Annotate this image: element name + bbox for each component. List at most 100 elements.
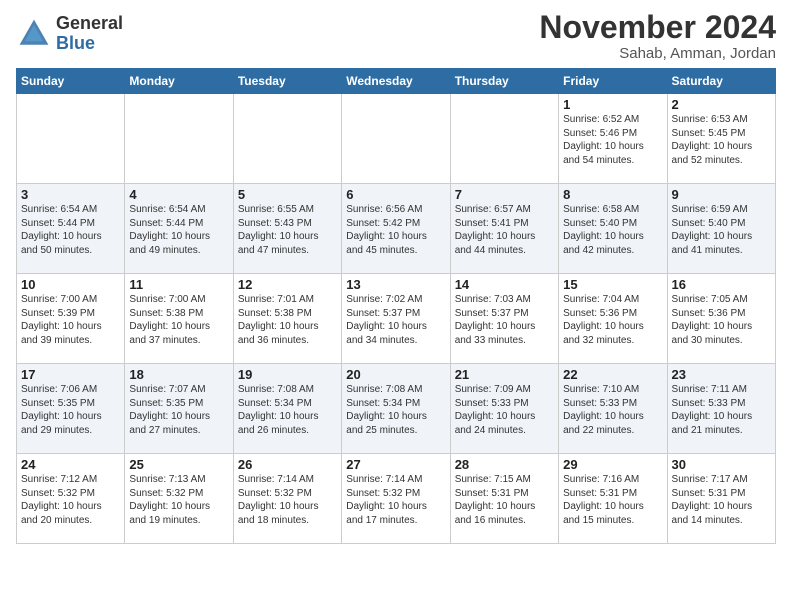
day-number: 25: [129, 457, 228, 472]
day-info: Sunrise: 7:05 AMSunset: 5:36 PMDaylight:…: [672, 293, 771, 347]
day-number: 24: [21, 457, 120, 472]
day-number: 16: [672, 277, 771, 292]
day-number: 6: [346, 187, 445, 202]
day-number: 9: [672, 187, 771, 202]
calendar-cell: [233, 94, 341, 184]
calendar-cell: 27Sunrise: 7:14 AMSunset: 5:32 PMDayligh…: [342, 454, 450, 544]
day-info: Sunrise: 7:17 AMSunset: 5:31 PMDaylight:…: [672, 473, 771, 527]
day-number: 19: [238, 367, 337, 382]
calendar-cell: 12Sunrise: 7:01 AMSunset: 5:38 PMDayligh…: [233, 274, 341, 364]
day-number: 18: [129, 367, 228, 382]
week-row-1: 3Sunrise: 6:54 AMSunset: 5:44 PMDaylight…: [17, 184, 776, 274]
calendar-cell: 9Sunrise: 6:59 AMSunset: 5:40 PMDaylight…: [667, 184, 775, 274]
header-day-sunday: Sunday: [17, 69, 125, 94]
page: General Blue November 2024 Sahab, Amman,…: [0, 0, 792, 612]
calendar-cell: 21Sunrise: 7:09 AMSunset: 5:33 PMDayligh…: [450, 364, 558, 454]
calendar-cell: 8Sunrise: 6:58 AMSunset: 5:40 PMDaylight…: [559, 184, 667, 274]
day-info: Sunrise: 7:08 AMSunset: 5:34 PMDaylight:…: [238, 383, 337, 437]
calendar-cell: 2Sunrise: 6:53 AMSunset: 5:45 PMDaylight…: [667, 94, 775, 184]
day-info: Sunrise: 6:53 AMSunset: 5:45 PMDaylight:…: [672, 113, 771, 167]
week-row-2: 10Sunrise: 7:00 AMSunset: 5:39 PMDayligh…: [17, 274, 776, 364]
calendar-cell: 3Sunrise: 6:54 AMSunset: 5:44 PMDaylight…: [17, 184, 125, 274]
day-info: Sunrise: 7:16 AMSunset: 5:31 PMDaylight:…: [563, 473, 662, 527]
day-number: 23: [672, 367, 771, 382]
header: General Blue November 2024 Sahab, Amman,…: [16, 10, 776, 62]
logo: General Blue: [16, 14, 123, 54]
week-row-4: 24Sunrise: 7:12 AMSunset: 5:32 PMDayligh…: [17, 454, 776, 544]
calendar-cell: 10Sunrise: 7:00 AMSunset: 5:39 PMDayligh…: [17, 274, 125, 364]
calendar-cell: 19Sunrise: 7:08 AMSunset: 5:34 PMDayligh…: [233, 364, 341, 454]
calendar-cell: 28Sunrise: 7:15 AMSunset: 5:31 PMDayligh…: [450, 454, 558, 544]
day-number: 12: [238, 277, 337, 292]
calendar-cell: 14Sunrise: 7:03 AMSunset: 5:37 PMDayligh…: [450, 274, 558, 364]
calendar-cell: 6Sunrise: 6:56 AMSunset: 5:42 PMDaylight…: [342, 184, 450, 274]
day-info: Sunrise: 7:02 AMSunset: 5:37 PMDaylight:…: [346, 293, 445, 347]
calendar-cell: 7Sunrise: 6:57 AMSunset: 5:41 PMDaylight…: [450, 184, 558, 274]
day-number: 17: [21, 367, 120, 382]
calendar-cell: 16Sunrise: 7:05 AMSunset: 5:36 PMDayligh…: [667, 274, 775, 364]
calendar-header: SundayMondayTuesdayWednesdayThursdayFrid…: [17, 69, 776, 94]
day-info: Sunrise: 7:04 AMSunset: 5:36 PMDaylight:…: [563, 293, 662, 347]
day-info: Sunrise: 6:55 AMSunset: 5:43 PMDaylight:…: [238, 203, 337, 257]
day-number: 26: [238, 457, 337, 472]
day-info: Sunrise: 7:09 AMSunset: 5:33 PMDaylight:…: [455, 383, 554, 437]
day-info: Sunrise: 7:00 AMSunset: 5:38 PMDaylight:…: [129, 293, 228, 347]
week-row-0: 1Sunrise: 6:52 AMSunset: 5:46 PMDaylight…: [17, 94, 776, 184]
calendar-cell: 1Sunrise: 6:52 AMSunset: 5:46 PMDaylight…: [559, 94, 667, 184]
week-row-3: 17Sunrise: 7:06 AMSunset: 5:35 PMDayligh…: [17, 364, 776, 454]
month-title: November 2024: [539, 10, 776, 45]
day-number: 20: [346, 367, 445, 382]
day-number: 11: [129, 277, 228, 292]
header-day-wednesday: Wednesday: [342, 69, 450, 94]
calendar-cell: [17, 94, 125, 184]
calendar-cell: 25Sunrise: 7:13 AMSunset: 5:32 PMDayligh…: [125, 454, 233, 544]
day-info: Sunrise: 7:10 AMSunset: 5:33 PMDaylight:…: [563, 383, 662, 437]
day-info: Sunrise: 6:54 AMSunset: 5:44 PMDaylight:…: [21, 203, 120, 257]
calendar-cell: [450, 94, 558, 184]
day-info: Sunrise: 7:14 AMSunset: 5:32 PMDaylight:…: [238, 473, 337, 527]
calendar-cell: 4Sunrise: 6:54 AMSunset: 5:44 PMDaylight…: [125, 184, 233, 274]
day-number: 7: [455, 187, 554, 202]
calendar-cell: 18Sunrise: 7:07 AMSunset: 5:35 PMDayligh…: [125, 364, 233, 454]
calendar-body: 1Sunrise: 6:52 AMSunset: 5:46 PMDaylight…: [17, 94, 776, 544]
day-info: Sunrise: 7:14 AMSunset: 5:32 PMDaylight:…: [346, 473, 445, 527]
day-number: 30: [672, 457, 771, 472]
day-number: 8: [563, 187, 662, 202]
day-number: 15: [563, 277, 662, 292]
day-number: 13: [346, 277, 445, 292]
calendar-cell: 26Sunrise: 7:14 AMSunset: 5:32 PMDayligh…: [233, 454, 341, 544]
day-number: 10: [21, 277, 120, 292]
calendar-cell: 22Sunrise: 7:10 AMSunset: 5:33 PMDayligh…: [559, 364, 667, 454]
day-info: Sunrise: 7:11 AMSunset: 5:33 PMDaylight:…: [672, 383, 771, 437]
day-info: Sunrise: 6:58 AMSunset: 5:40 PMDaylight:…: [563, 203, 662, 257]
day-number: 2: [672, 97, 771, 112]
calendar-cell: 20Sunrise: 7:08 AMSunset: 5:34 PMDayligh…: [342, 364, 450, 454]
day-number: 28: [455, 457, 554, 472]
day-number: 22: [563, 367, 662, 382]
day-number: 29: [563, 457, 662, 472]
header-day-saturday: Saturday: [667, 69, 775, 94]
day-info: Sunrise: 7:01 AMSunset: 5:38 PMDaylight:…: [238, 293, 337, 347]
day-info: Sunrise: 6:56 AMSunset: 5:42 PMDaylight:…: [346, 203, 445, 257]
header-day-monday: Monday: [125, 69, 233, 94]
day-number: 5: [238, 187, 337, 202]
header-day-tuesday: Tuesday: [233, 69, 341, 94]
day-info: Sunrise: 7:06 AMSunset: 5:35 PMDaylight:…: [21, 383, 120, 437]
day-info: Sunrise: 6:52 AMSunset: 5:46 PMDaylight:…: [563, 113, 662, 167]
day-info: Sunrise: 7:07 AMSunset: 5:35 PMDaylight:…: [129, 383, 228, 437]
calendar-cell: [342, 94, 450, 184]
logo-icon: [16, 16, 52, 52]
calendar-cell: 15Sunrise: 7:04 AMSunset: 5:36 PMDayligh…: [559, 274, 667, 364]
day-info: Sunrise: 7:00 AMSunset: 5:39 PMDaylight:…: [21, 293, 120, 347]
calendar-cell: 11Sunrise: 7:00 AMSunset: 5:38 PMDayligh…: [125, 274, 233, 364]
day-number: 3: [21, 187, 120, 202]
day-info: Sunrise: 7:08 AMSunset: 5:34 PMDaylight:…: [346, 383, 445, 437]
calendar-cell: 29Sunrise: 7:16 AMSunset: 5:31 PMDayligh…: [559, 454, 667, 544]
calendar-table: SundayMondayTuesdayWednesdayThursdayFrid…: [16, 68, 776, 544]
calendar-cell: 13Sunrise: 7:02 AMSunset: 5:37 PMDayligh…: [342, 274, 450, 364]
day-info: Sunrise: 6:59 AMSunset: 5:40 PMDaylight:…: [672, 203, 771, 257]
day-info: Sunrise: 7:13 AMSunset: 5:32 PMDaylight:…: [129, 473, 228, 527]
logo-general: General: [56, 14, 123, 34]
day-number: 27: [346, 457, 445, 472]
calendar-cell: 24Sunrise: 7:12 AMSunset: 5:32 PMDayligh…: [17, 454, 125, 544]
